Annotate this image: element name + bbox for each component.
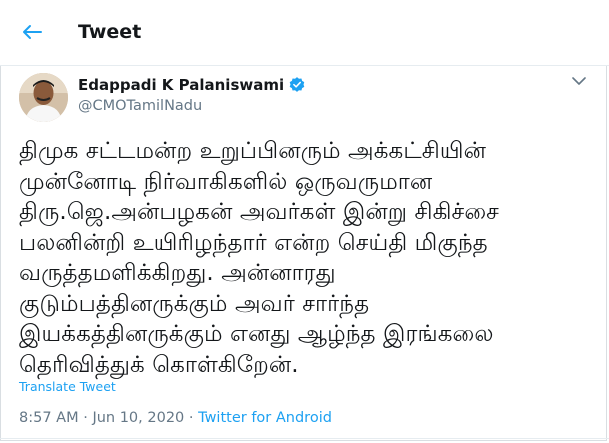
page-title: Tweet [78,21,142,43]
tweet-meta: 8:57 AM · Jun 10, 2020 · Twitter for And… [19,408,332,428]
avatar[interactable] [19,73,68,122]
tweet-source-link[interactable]: Twitter for Android [198,410,332,426]
author-name[interactable]: Edappadi K Palaniswami [78,75,306,95]
page-header: Tweet [0,0,609,66]
translate-tweet-link[interactable]: Translate Tweet [19,378,116,396]
tweet-text: திமுக சட்டமன்ற உறுப்பினரும் அக்கட்சியின்… [19,138,499,378]
verified-badge-icon [289,77,305,92]
author-name-text: Edappadi K Palaniswami [78,76,285,94]
back-button[interactable] [19,19,45,45]
tweet-date[interactable]: Jun 10, 2020 [92,410,184,426]
tweet-menu-button[interactable] [571,73,587,89]
author-handle[interactable]: @CMOTamilNadu [78,96,202,116]
meta-separator: · [184,410,199,426]
meta-separator: · [78,410,93,426]
avatar-image [19,73,68,122]
tweet-time[interactable]: 8:57 AM [19,410,79,426]
arrow-left-icon [23,25,42,39]
divider [0,438,609,439]
chevron-down-icon [572,76,586,85]
